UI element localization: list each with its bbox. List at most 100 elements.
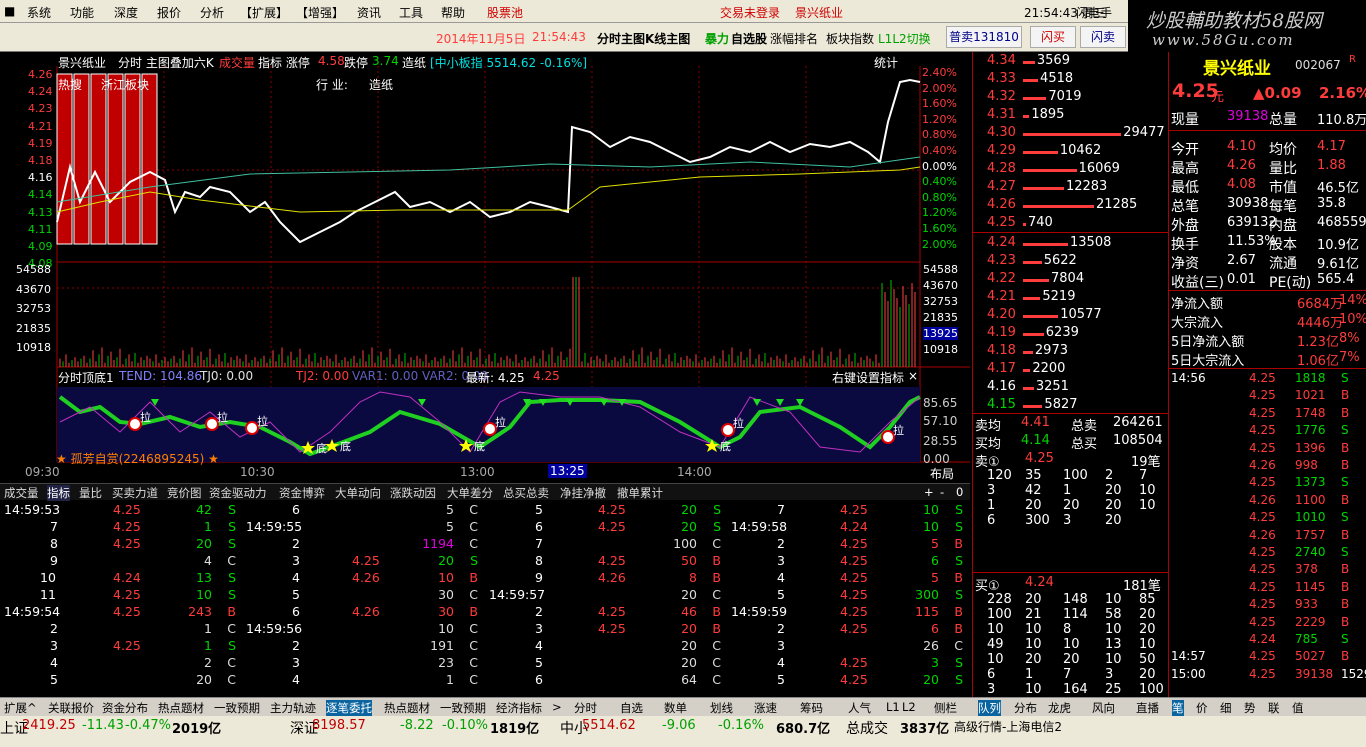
tab-volume[interactable]: 成交量 [4,485,39,501]
bid-level[interactable]: 4.18 2973 [973,343,1169,361]
menu-tools[interactable]: 工具 [399,4,423,21]
function-tab[interactable]: 直播 [1136,700,1159,716]
menu-news[interactable]: 资讯 [357,4,381,21]
tab-big-diff[interactable]: 大单差分 [447,485,493,501]
tab-change-cause[interactable]: 涨跌动因 [390,485,436,501]
bid-level[interactable]: 4.17 2200 [973,361,1169,379]
function-tab[interactable]: 分布 [1014,700,1037,716]
tab-minus-icon[interactable]: - [940,485,944,499]
function-tab[interactable]: 主力轨迹 [270,700,316,716]
indicator-title[interactable]: 分时顶底1 [58,369,114,386]
function-tab[interactable]: 经济指标 [496,700,542,716]
function-tab[interactable]: > [552,700,562,714]
sell-summary-button[interactable]: 普卖131810 [946,26,1022,48]
function-tab[interactable]: 逐笔委托 [326,700,372,716]
feed-server[interactable]: 高级行情-上海电信2 [954,718,1062,735]
level-switch-button[interactable]: L1L2切换 [878,30,931,47]
chart-vol-label[interactable]: 成交量 [219,54,255,71]
function-tab[interactable]: 热点题材 [384,700,430,716]
function-tab[interactable]: 自选 [620,700,643,716]
bid-level[interactable]: 4.22 7804 [973,271,1169,289]
ask-level[interactable]: 4.31 1895 [973,107,1169,125]
tab-vol-ratio[interactable]: 量比 [79,485,102,501]
function-tab[interactable]: 队列 [978,700,1001,716]
menu-system[interactable]: 系统 [27,4,51,21]
ask-level[interactable]: 4.29 10462 [973,143,1169,161]
flash-buy-button[interactable]: 闪买 [1030,26,1076,48]
menu-function[interactable]: 功能 [70,4,94,21]
bid-level[interactable]: 4.24 13508 [973,235,1169,253]
ask-level[interactable]: 4.26 21285 [973,197,1169,215]
tab-add-icon[interactable]: + [924,485,934,499]
intraday-chart[interactable]: 拉拉拉底底底拉底拉拉 景兴纸业 分时 主图叠加六K 成交量 指标 涨停 4.58… [0,52,970,482]
tab-cancel-total[interactable]: 撤单累计 [617,485,663,501]
menu-quote[interactable]: 报价 [157,4,181,21]
function-tab[interactable]: 筹码 [800,700,823,716]
tab-fund-game[interactable]: 资金博弈 [279,485,325,501]
ask-level[interactable]: 4.28 16069 [973,161,1169,179]
function-tab[interactable]: 涨速 [754,700,777,716]
layout-button[interactable]: 布局 [930,465,954,482]
menu-analysis[interactable]: 分析 [200,4,224,21]
function-tab[interactable]: 侧栏 [934,700,957,716]
indicator-settings[interactable]: 右键设置指标 [832,369,904,386]
flash-sell-button[interactable]: 闪卖 [1080,26,1126,48]
chart-mode-button[interactable]: 分时主图K线主图 [597,30,690,47]
rank-button[interactable]: 涨幅排名 [770,30,818,47]
tick-volume: 8 [689,570,697,585]
function-tab[interactable]: 一致预期 [440,700,486,716]
function-tab[interactable]: 值 [1292,700,1304,716]
tab-net-orders[interactable]: 净挂净撤 [560,485,606,501]
function-tab[interactable]: 联 [1268,700,1280,716]
board-index-button[interactable]: 板块指数 [826,30,874,47]
stats-button[interactable]: 统计 [874,54,898,71]
tab-big-orders[interactable]: 大单动向 [335,485,381,501]
function-tab[interactable]: 资金分布 [102,700,148,716]
function-tab[interactable]: 人气 [848,700,871,716]
function-tab[interactable]: 扩展^ [4,700,37,716]
function-tab[interactable]: 划线 [710,700,733,716]
tab-buy-sell-power[interactable]: 买卖力道 [112,485,158,501]
function-tab[interactable]: 分时 [574,700,597,716]
ask-level[interactable]: 4.25 740 [973,215,1169,233]
function-tab[interactable]: 风向 [1092,700,1115,716]
bid-level[interactable]: 4.23 5622 [973,253,1169,271]
indicator-close-icon[interactable]: × [908,369,918,383]
ask-level[interactable]: 4.27 12283 [973,179,1169,197]
chart-mode-label[interactable]: 分时 主图叠加六K [118,54,214,71]
ask-level[interactable]: 4.34 3569 [973,53,1169,71]
ask-level[interactable]: 4.33 4518 [973,71,1169,89]
menu-extend[interactable]: 【扩展】 [240,4,288,21]
function-tab[interactable]: 细 [1220,700,1232,716]
tab-fund-drive[interactable]: 资金驱动力 [209,485,267,501]
ask-level[interactable]: 4.30 29477 [973,125,1169,143]
function-tab[interactable]: L1 [886,700,900,714]
function-tab[interactable]: 龙虎 [1048,700,1071,716]
tab-auction[interactable]: 竞价图 [167,485,202,501]
function-tab[interactable]: L2 [902,700,916,714]
chart-indicator-label[interactable]: 指标 涨停 [258,54,310,71]
function-tab[interactable]: 价 [1196,700,1208,716]
function-tab[interactable]: 笔 [1172,700,1184,716]
tab-indicator[interactable]: 指标 [47,485,70,501]
ask-level[interactable]: 4.32 7019 [973,89,1169,107]
bull-button[interactable]: 暴力 [705,30,729,47]
function-tab[interactable]: 热点题材 [158,700,204,716]
bid-level[interactable]: 4.20 10577 [973,307,1169,325]
menu-depth[interactable]: 深度 [114,4,138,21]
bid-level[interactable]: 4.19 6239 [973,325,1169,343]
watchlist-button[interactable]: 自选股 [731,30,767,47]
function-tab[interactable]: 数单 [664,700,687,716]
function-tab[interactable]: 关联报价 [48,700,94,716]
login-status[interactable]: 交易未登录 [720,4,780,21]
menu-enhance[interactable]: 【增强】 [296,4,344,21]
menu-stock-pool[interactable]: 股票池 [487,4,523,21]
menu-help[interactable]: 帮助 [441,4,465,21]
tab-zero-icon[interactable]: 0 [956,485,963,499]
function-tab[interactable]: 势 [1244,700,1256,716]
bid-level[interactable]: 4.16 3251 [973,379,1169,397]
function-tab[interactable]: 一致预期 [214,700,260,716]
tab-total-buy-sell[interactable]: 总买总卖 [503,485,549,501]
bid-level[interactable]: 4.21 5219 [973,289,1169,307]
flash-trade-button[interactable]: 闪电手 [1076,4,1112,21]
